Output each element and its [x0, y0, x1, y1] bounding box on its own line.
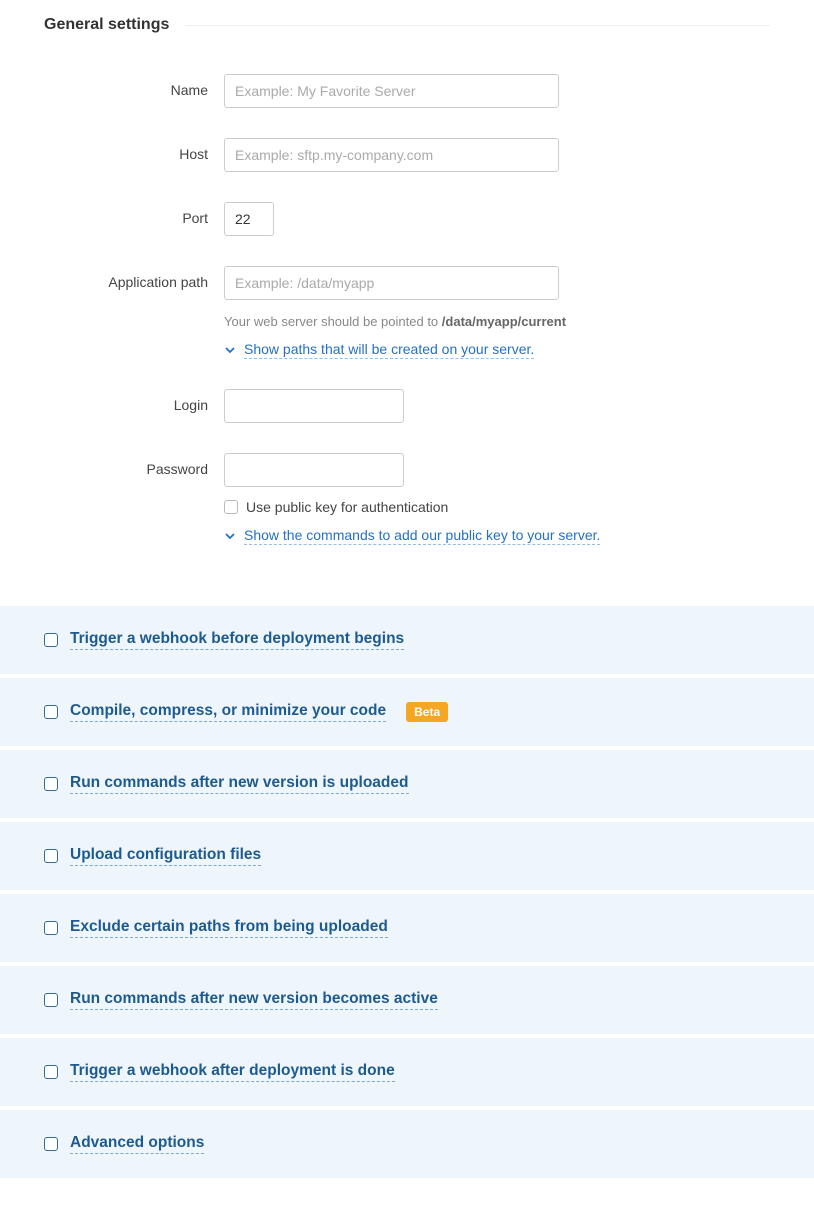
option-advanced[interactable]: Advanced options [0, 1109, 814, 1179]
section-title: General settings [44, 16, 185, 34]
port-input[interactable] [224, 202, 274, 236]
option-compile-label[interactable]: Compile, compress, or minimize your code [70, 702, 386, 722]
app-path-expand-link[interactable]: Show paths that will be created on your … [244, 341, 534, 359]
label-port: Port [44, 202, 224, 226]
pubkey-checkbox[interactable] [224, 500, 238, 514]
option-run-after-upload-checkbox[interactable] [44, 777, 58, 791]
option-run-after-upload-label[interactable]: Run commands after new version is upload… [70, 774, 409, 794]
name-input[interactable] [224, 74, 559, 108]
app-path-helper-text: Your web server should be pointed to [224, 314, 442, 329]
option-upload-config-checkbox[interactable] [44, 849, 58, 863]
general-settings-form: Name Host Port Application path Your web… [0, 44, 814, 575]
login-input[interactable] [224, 389, 404, 423]
option-upload-config[interactable]: Upload configuration files [0, 821, 814, 891]
app-path-helper-path: /data/myapp/current [442, 314, 566, 329]
beta-badge: Beta [406, 702, 448, 722]
label-password: Password [44, 453, 224, 477]
row-app-path: Application path Your web server should … [44, 266, 770, 359]
row-name: Name [44, 74, 770, 108]
app-path-input[interactable] [224, 266, 559, 300]
pubkey-expand-toggle[interactable]: Show the commands to add our public key … [224, 527, 770, 545]
chevron-down-icon [224, 344, 236, 356]
row-password: Password Use public key for authenticati… [44, 453, 770, 545]
option-webhook-before[interactable]: Trigger a webhook before deployment begi… [0, 605, 814, 675]
label-name: Name [44, 74, 224, 98]
app-path-expand-toggle[interactable]: Show paths that will be created on your … [224, 341, 770, 359]
chevron-down-icon [224, 530, 236, 542]
option-exclude-paths-label[interactable]: Exclude certain paths from being uploade… [70, 918, 388, 938]
host-input[interactable] [224, 138, 559, 172]
option-compile-checkbox[interactable] [44, 705, 58, 719]
option-run-after-active-label[interactable]: Run commands after new version becomes a… [70, 990, 438, 1010]
pubkey-checkbox-label: Use public key for authentication [246, 499, 448, 515]
option-webhook-before-checkbox[interactable] [44, 633, 58, 647]
option-advanced-label[interactable]: Advanced options [70, 1134, 204, 1154]
option-upload-config-label[interactable]: Upload configuration files [70, 846, 261, 866]
option-webhook-before-label[interactable]: Trigger a webhook before deployment begi… [70, 630, 404, 650]
row-port: Port [44, 202, 770, 236]
app-path-helper: Your web server should be pointed to /da… [224, 314, 770, 329]
label-login: Login [44, 389, 224, 413]
pubkey-expand-link[interactable]: Show the commands to add our public key … [244, 527, 600, 545]
option-compile[interactable]: Compile, compress, or minimize your code… [0, 677, 814, 747]
option-exclude-paths[interactable]: Exclude certain paths from being uploade… [0, 893, 814, 963]
section-divider [185, 25, 770, 26]
label-app-path: Application path [44, 266, 224, 290]
pubkey-checkbox-row: Use public key for authentication [224, 499, 770, 515]
section-header: General settings [0, 0, 814, 44]
option-run-after-active-checkbox[interactable] [44, 993, 58, 1007]
option-webhook-after-checkbox[interactable] [44, 1065, 58, 1079]
row-login: Login [44, 389, 770, 423]
row-host: Host [44, 138, 770, 172]
option-run-after-upload[interactable]: Run commands after new version is upload… [0, 749, 814, 819]
password-input[interactable] [224, 453, 404, 487]
option-run-after-active[interactable]: Run commands after new version becomes a… [0, 965, 814, 1035]
option-webhook-after[interactable]: Trigger a webhook after deployment is do… [0, 1037, 814, 1107]
option-advanced-checkbox[interactable] [44, 1137, 58, 1151]
label-host: Host [44, 138, 224, 162]
option-webhook-after-label[interactable]: Trigger a webhook after deployment is do… [70, 1062, 395, 1082]
deployment-options-list: Trigger a webhook before deployment begi… [0, 605, 814, 1179]
option-exclude-paths-checkbox[interactable] [44, 921, 58, 935]
